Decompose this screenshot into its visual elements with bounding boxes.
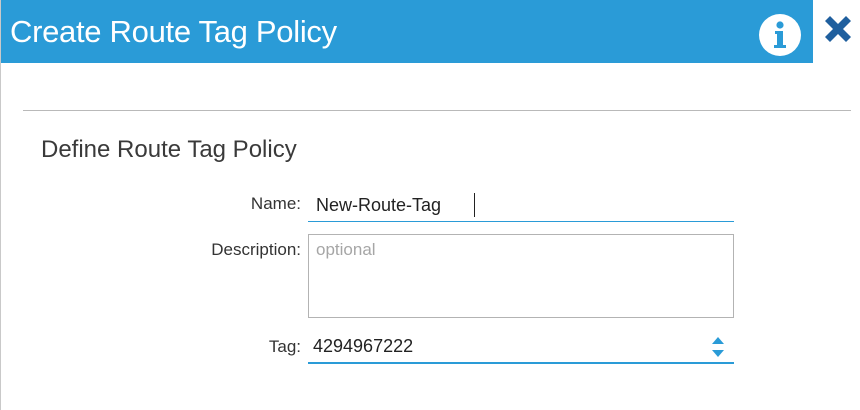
tag-stepper[interactable] (710, 335, 726, 359)
section-title: Define Route Tag Policy (41, 136, 297, 163)
text-cursor (474, 193, 475, 217)
create-route-tag-policy-dialog: Create Route Tag Policy Define Route Tag… (0, 0, 860, 410)
description-textarea[interactable] (308, 234, 734, 318)
info-button[interactable] (759, 14, 801, 56)
dialog-titlebar: Create Route Tag Policy (1, 0, 813, 63)
close-button[interactable] (813, 0, 860, 63)
tag-label: Tag: (268, 337, 301, 356)
name-label: Name: (250, 194, 301, 213)
up-down-stepper-icon (712, 337, 724, 357)
name-input[interactable] (308, 189, 734, 222)
tag-field (308, 330, 734, 364)
close-icon (825, 16, 851, 42)
header-divider (23, 110, 851, 111)
tag-input[interactable] (308, 330, 703, 362)
dialog-title: Create Route Tag Policy (10, 14, 337, 49)
info-icon (761, 16, 799, 54)
description-label: Description: (211, 240, 301, 259)
